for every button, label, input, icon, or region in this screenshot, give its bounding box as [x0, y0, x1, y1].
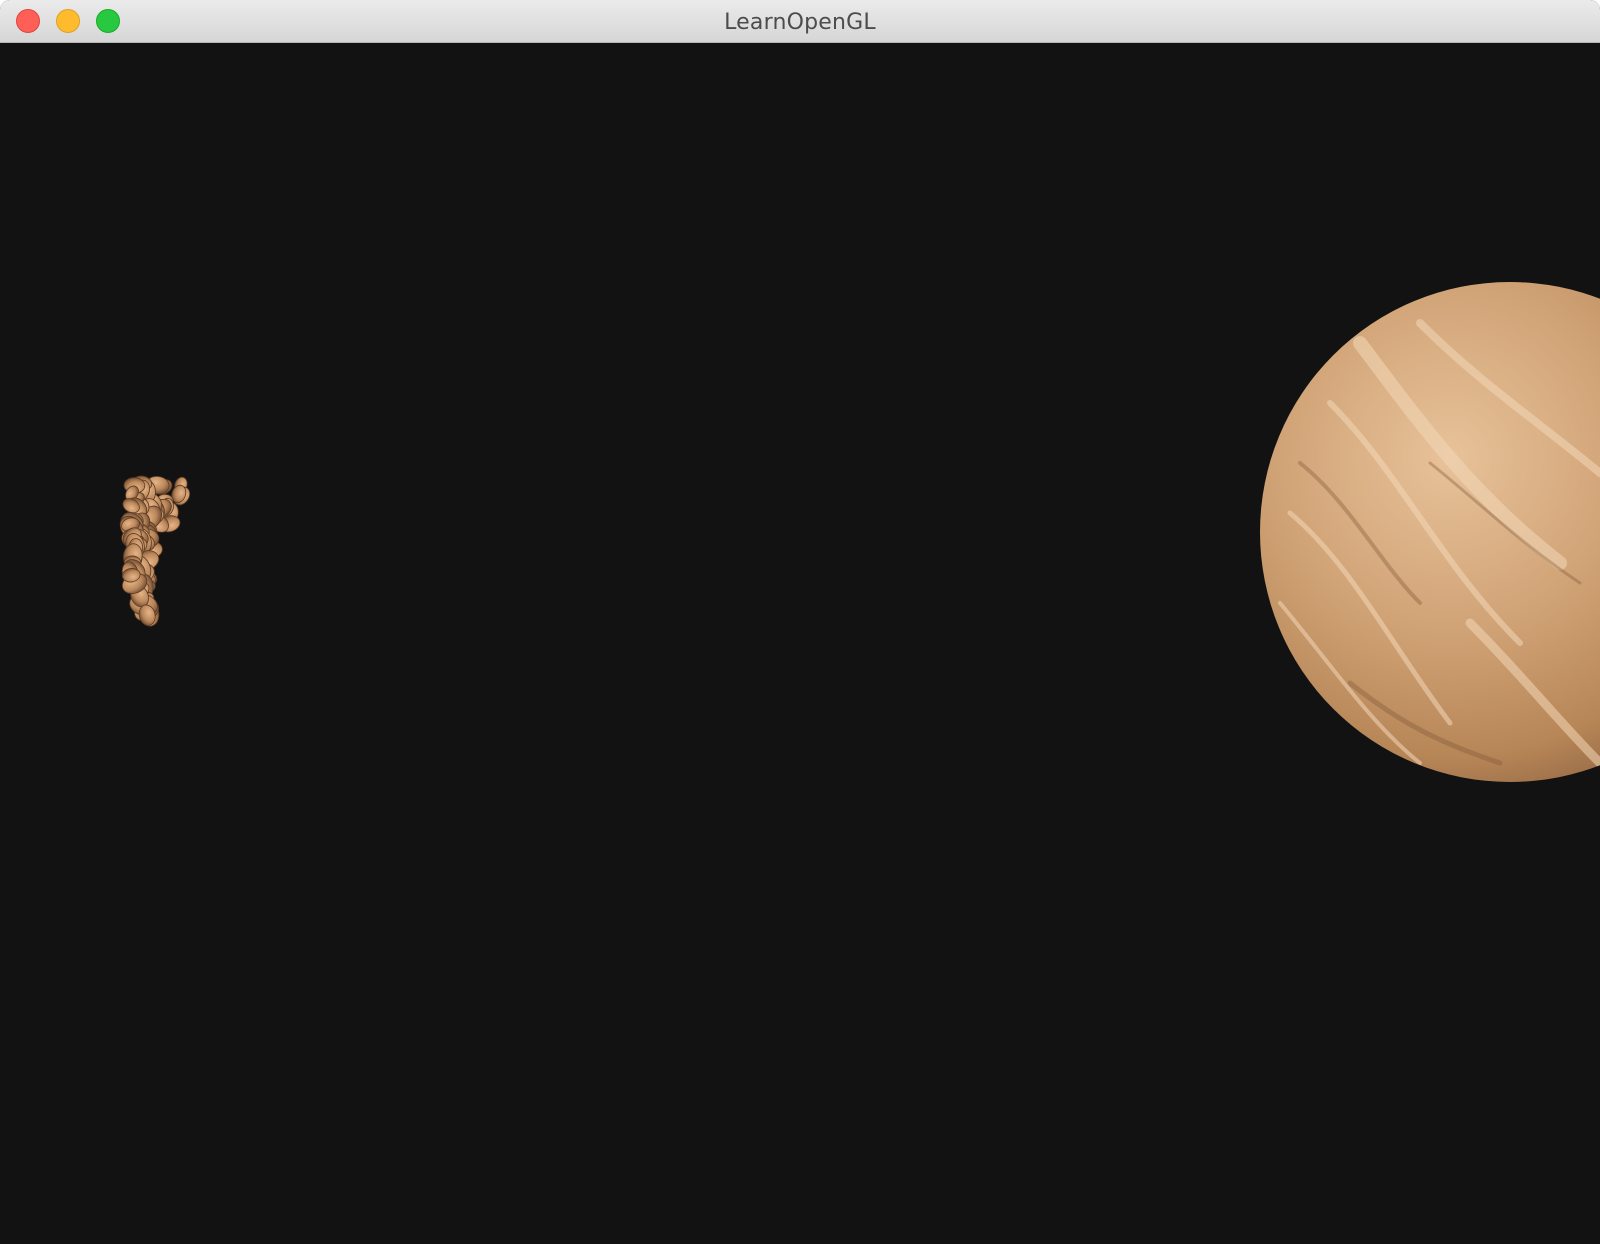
title-bar[interactable]: LearnOpenGL: [0, 0, 1600, 43]
window-title: LearnOpenGL: [724, 10, 876, 35]
scene-canvas: [119, 282, 1600, 782]
opengl-viewport[interactable]: [0, 43, 1600, 1244]
asteroid-ring: [119, 475, 191, 627]
planet: [1260, 282, 1600, 782]
app-window: LearnOpenGL: [0, 0, 1600, 1244]
